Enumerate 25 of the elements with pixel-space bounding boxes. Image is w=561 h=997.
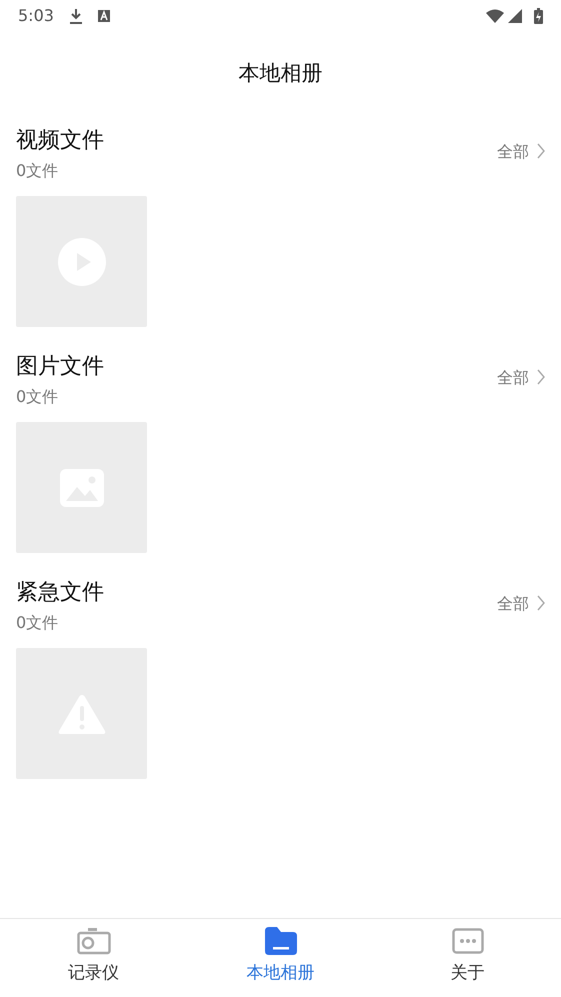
signal-icon <box>508 9 522 23</box>
chevron-right-icon <box>537 369 545 385</box>
view-all-link[interactable]: 全部 <box>497 366 545 408</box>
section-title: 紧急文件 <box>16 579 104 607</box>
file-count: 0文件 <box>16 386 60 408</box>
section-title: 图片文件 <box>16 353 104 381</box>
nav-tab[interactable]: 记录仪 <box>34 919 154 997</box>
view-all-link[interactable]: 全部 <box>497 140 545 182</box>
battery-icon <box>534 8 543 24</box>
wifi-icon <box>486 9 504 23</box>
more-icon <box>452 928 484 954</box>
nav-tab[interactable]: 关于 <box>408 919 528 997</box>
camera-icon <box>76 927 110 955</box>
page-title: 本地相册 <box>238 61 322 85</box>
file-count: 0文件 <box>16 160 60 182</box>
app-notification-icon <box>98 10 110 22</box>
status-time: 5:03 <box>18 5 54 27</box>
chevron-right-icon <box>537 595 545 611</box>
chevron-right-icon <box>537 143 545 159</box>
download-icon <box>70 8 82 24</box>
nav-tab[interactable]: 本地相册 <box>220 919 340 997</box>
section-title: 视频文件 <box>16 127 104 155</box>
file-count: 0文件 <box>16 612 60 634</box>
view-all-link[interactable]: 全部 <box>497 592 545 634</box>
folder-icon <box>264 927 296 955</box>
